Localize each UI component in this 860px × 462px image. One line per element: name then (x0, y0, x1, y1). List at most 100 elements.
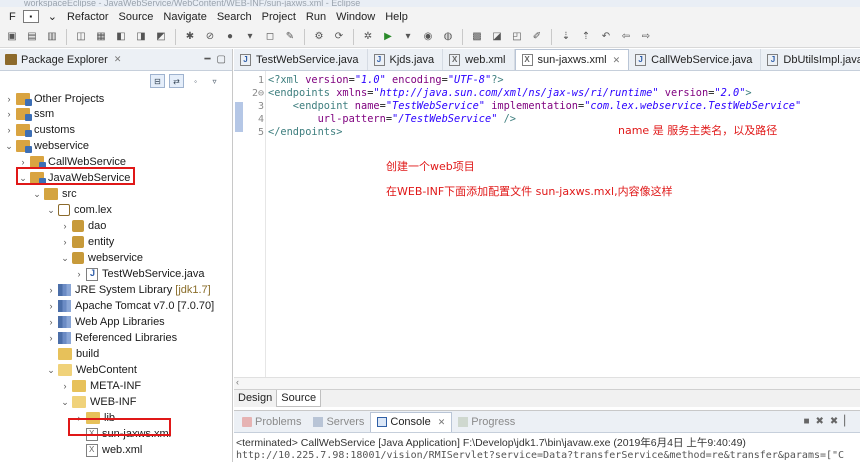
tab-design[interactable]: Design (234, 390, 276, 407)
editor-tab-web-xml[interactable]: Xweb.xml (443, 49, 515, 70)
run-icon[interactable]: ▶ (380, 29, 396, 45)
tree-item-meta-inf[interactable]: › META-INF (60, 378, 141, 394)
editor-tab-callwebservice[interactable]: J CallWebService.java (629, 49, 762, 70)
refresh-icon[interactable]: ⟳ (331, 29, 347, 45)
menu-search[interactable]: Search (212, 11, 257, 23)
menu-project[interactable]: Project (257, 11, 301, 23)
dropdown-icon[interactable]: ▾ (242, 29, 258, 45)
run-dropdown-icon[interactable]: ▾ (400, 29, 416, 45)
editor-tab-dbutilsimpl[interactable]: J DbUtilsImpl.java (761, 49, 860, 70)
tree-item-entity[interactable]: › entity (60, 234, 114, 250)
expand-chevron-icon[interactable]: › (46, 285, 56, 295)
tab-console[interactable]: Console ✕ (370, 411, 453, 432)
tree-item-web-inf[interactable]: ⌄ WEB-INF (60, 394, 136, 410)
record-icon[interactable]: ● (222, 29, 238, 45)
expand-chevron-icon[interactable]: › (18, 157, 28, 167)
editor-tab-testwebservice[interactable]: J TestWebService.java (234, 49, 368, 70)
back-icon[interactable]: ⇦ (618, 29, 634, 45)
tab-source[interactable]: Source (276, 390, 322, 407)
editor-tab-kjds[interactable]: J Kjds.java (368, 49, 444, 70)
menu-source[interactable]: Source (114, 11, 159, 23)
coverage-icon[interactable]: ◍ (440, 29, 456, 45)
collapse-chevron-icon[interactable]: ⌄ (32, 189, 42, 200)
toggle-icon[interactable]: ◻ (262, 29, 278, 45)
last-edit-icon[interactable]: ↶ (598, 29, 614, 45)
open-folder-icon[interactable]: ◰ (509, 29, 525, 45)
collapse-all-icon[interactable]: ⊟ (150, 74, 165, 88)
close-icon[interactable]: ✕ (613, 55, 621, 66)
console-icon[interactable]: ◨ (133, 29, 149, 45)
open-task-icon[interactable]: ◧ (113, 29, 129, 45)
tree-item-webservice-pkg[interactable]: ⌄ webservice (60, 250, 143, 266)
build-icon[interactable]: ⚙ (311, 29, 327, 45)
close-icon[interactable]: ✕ (114, 54, 122, 65)
new-class-icon[interactable]: ◪ (489, 29, 505, 45)
menu-window[interactable]: Window (331, 11, 380, 23)
focus-icon[interactable]: ◦ (188, 74, 203, 88)
tree-item-customs[interactable]: › customs (4, 122, 75, 138)
menu-run[interactable]: Run (301, 11, 331, 23)
tree-item-web-app-libraries[interactable]: › Web App Libraries (46, 314, 165, 330)
expand-chevron-icon[interactable]: › (4, 94, 14, 104)
console-menu-icon[interactable]: ▏ (844, 416, 852, 427)
tree-item-referenced-libraries[interactable]: › Referenced Libraries (46, 330, 177, 346)
save-all-icon[interactable]: ▥ (44, 29, 60, 45)
collapse-chevron-icon[interactable]: ⌄ (60, 397, 70, 408)
debug-run-icon[interactable]: ✲ (360, 29, 376, 45)
expand-chevron-icon[interactable]: › (46, 301, 56, 311)
skip-breakpoints-icon[interactable]: ⊘ (202, 29, 218, 45)
collapse-chevron-icon[interactable]: ⌄ (46, 205, 56, 216)
tree-item-ssm[interactable]: › ssm (4, 106, 54, 122)
expand-chevron-icon[interactable]: › (60, 221, 70, 231)
new-package-icon[interactable]: ▩ (469, 29, 485, 45)
forward-icon[interactable]: ⇨ (638, 29, 654, 45)
link-editor-icon[interactable]: ⇄ (169, 74, 184, 88)
collapse-chevron-icon[interactable]: ⌄ (60, 253, 70, 264)
tree-item-testwebservice-java[interactable]: › TestWebService.java (74, 266, 205, 282)
expand-chevron-icon[interactable]: › (4, 109, 14, 119)
server-icon[interactable]: ◩ (153, 29, 169, 45)
tab-progress[interactable]: Progress (452, 412, 521, 432)
scroll-left-icon[interactable]: ‹ (236, 377, 239, 387)
debug-icon[interactable]: ✱ (182, 29, 198, 45)
collapse-chevron-icon[interactable]: ⌄ (46, 365, 56, 376)
tree-item-web-xml[interactable]: web.xml (74, 442, 142, 458)
external-tools-icon[interactable]: ◉ (420, 29, 436, 45)
new-icon[interactable]: ▣ (4, 29, 20, 45)
tree-item-build[interactable]: build (46, 346, 99, 362)
menu-refactor[interactable]: Refactor (62, 11, 114, 23)
menu-navigate[interactable]: Navigate (158, 11, 211, 23)
save-icon[interactable]: ▤ (24, 29, 40, 45)
pen-icon[interactable]: ✐ (529, 29, 545, 45)
minimize-icon[interactable]: ━ (205, 54, 211, 65)
expand-chevron-icon[interactable]: › (46, 317, 56, 327)
package-explorer-tab[interactable]: Package Explorer ✕ ━ ▢ (0, 49, 232, 71)
tree-item-tomcat[interactable]: › Apache Tomcat v7.0 [7.0.70] (46, 298, 214, 314)
horizontal-scrollbar[interactable]: ‹ (234, 377, 860, 389)
close-icon[interactable]: ✕ (438, 417, 446, 428)
tree-item-src[interactable]: ⌄ src (32, 186, 77, 202)
collapse-chevron-icon[interactable]: ⌄ (4, 141, 14, 152)
expand-chevron-icon[interactable]: › (74, 269, 84, 279)
open-type-icon[interactable]: ◫ (73, 29, 89, 45)
tab-problems[interactable]: Problems (236, 412, 307, 432)
expand-chevron-icon[interactable]: › (60, 381, 70, 391)
pin-icon[interactable]: ✎ (282, 29, 298, 45)
menu-collapse-icon[interactable]: ⌄ (43, 10, 62, 23)
expand-chevron-icon[interactable]: › (46, 333, 56, 343)
tree-item-dao[interactable]: › dao (60, 218, 106, 234)
editor-tab-sun-jaxws[interactable]: Xsun-jaxws.xml ✕ (514, 49, 630, 70)
view-menu-icon[interactable]: ▿ (207, 74, 222, 88)
tree-item-webservice-set[interactable]: ⌄ webservice (4, 138, 89, 154)
tree-item-webcontent[interactable]: ⌄ WebContent (46, 362, 137, 378)
menu-file[interactable]: F (4, 11, 21, 23)
tree-item-jre-library[interactable]: › JRE System Library [jdk1.7] (46, 282, 211, 298)
expand-chevron-icon[interactable]: › (60, 237, 70, 247)
expand-chevron-icon[interactable]: › (4, 125, 14, 135)
terminal-icon[interactable]: ▦ (93, 29, 109, 45)
tree-item-com-lex[interactable]: ⌄ com.lex (46, 202, 112, 218)
menu-help[interactable]: Help (380, 11, 413, 23)
remove-launch-icon[interactable]: ✖ (816, 416, 824, 427)
next-annotation-icon[interactable]: ⇣ (558, 29, 574, 45)
window-menu-icon[interactable]: ▪ (22, 10, 39, 23)
